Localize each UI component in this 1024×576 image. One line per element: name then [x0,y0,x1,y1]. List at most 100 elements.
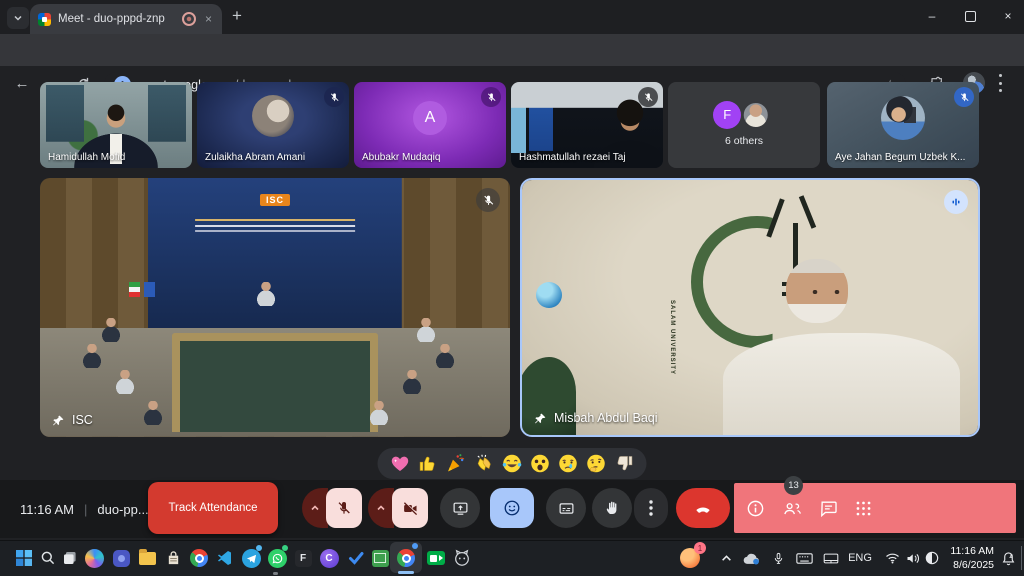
file-explorer-icon[interactable] [135,546,159,570]
language-indicator[interactable]: ENG [846,546,874,570]
tile-hamidullah[interactable]: Hamidullah Mofid [40,82,192,168]
tile-isc-room[interactable]: ISC ISC [40,178,510,437]
browser-menu-button[interactable] [999,74,1003,92]
tray-expand-button[interactable] [714,546,738,570]
task-view-button[interactable] [58,546,82,570]
whatsapp-running-indicator [273,572,278,575]
reactions-button[interactable] [490,488,534,528]
browser-toolbar: ← → meet.google.com/duo-pppd-znp ☆ [0,34,1024,66]
chevron-down-icon [13,13,23,23]
end-call-button[interactable] [676,488,730,528]
astonished-face-emoji[interactable] [530,453,551,474]
mic-toggle-button[interactable] [326,488,362,528]
touchpad-tray-icon[interactable] [819,546,843,570]
camera-toggle-button[interactable] [392,488,428,528]
tile-hashmatullah[interactable]: Hashmatullah rezaei Taj [511,82,663,168]
show-desktop-button[interactable] [1021,546,1022,570]
task-view-icon [62,550,78,566]
divider: | [84,502,87,517]
c-app-icon[interactable]: C [317,546,341,570]
store-icon[interactable] [161,546,185,570]
chrome-taskbar-icon[interactable] [187,546,211,570]
notification-bell-icon[interactable] [996,546,1020,570]
window-close-button[interactable]: × [988,0,1024,32]
clock-date: 8/6/2025 [934,558,994,572]
tile-aye-jahan[interactable]: Aye Jahan Begum Uzbek K... [827,82,979,168]
sparkling-heart-emoji[interactable] [390,453,411,474]
person [416,318,436,342]
pin-icon [52,414,65,427]
window-maximize-button[interactable] [950,0,990,32]
meet-favicon-icon [38,13,51,26]
tile-misbah[interactable]: SALAM UNIVERSITY Misbah Abdul Baqi [520,178,980,437]
person [101,318,121,342]
chevron-up-icon [310,503,320,513]
party-popper-emoji[interactable] [446,453,467,474]
touch-keyboard-icon[interactable] [792,546,816,570]
participant-name: Hashmatullah rezaei Taj [519,152,626,163]
camera-options-chevron[interactable] [368,488,394,528]
cat-app-icon[interactable] [450,546,474,570]
tile-others[interactable]: F 6 others [668,82,820,168]
captions-icon [558,500,575,517]
thumbs-down-emoji[interactable] [614,453,635,474]
onedrive-tray-icon[interactable] [740,546,764,570]
back-button[interactable]: ← [10,72,34,96]
more-options-button[interactable] [634,488,668,528]
crying-face-emoji[interactable] [558,453,579,474]
taskbar-clock[interactable]: 11:16 AM 8/6/2025 [934,544,994,572]
raise-hand-button[interactable] [592,488,632,528]
tile-zulaikha[interactable]: Zulaikha Abram Amani [197,82,349,168]
teams-icon[interactable] [109,546,133,570]
person [143,401,163,425]
browser-tab-meet[interactable]: Meet - duo-pppd-znp × [30,4,222,34]
clapping-hands-emoji[interactable] [474,453,495,474]
checkmark-icon [348,550,364,566]
thumbs-up-emoji[interactable] [418,453,439,474]
mic-off-icon [476,188,500,212]
meeting-details-icon[interactable] [746,499,765,518]
tab-search-button[interactable] [7,7,29,29]
tears-of-joy-emoji[interactable] [502,453,523,474]
participant-name: Abubakr Mudaqiq [362,152,440,163]
recording-indicator-icon [182,12,196,26]
taskbar-search-button[interactable] [36,546,60,570]
vscode-logo-icon [217,550,233,566]
chat-icon[interactable] [819,499,838,518]
people-icon[interactable] [781,499,803,518]
copilot-icon[interactable] [82,546,106,570]
f-app-icon[interactable]: F [291,546,315,570]
mic-tray-icon[interactable] [766,546,790,570]
captions-button[interactable] [546,488,586,528]
copilot-logo-icon [85,549,104,568]
audio-activity-icon [944,190,968,214]
present-button[interactable] [440,488,480,528]
chrome-active-icon[interactable] [394,546,418,570]
wifi-icon [885,552,900,564]
vscode-icon[interactable] [213,546,237,570]
browser-tabstrip: Meet - duo-pppd-znp × + – × [0,0,1024,34]
mic-options-chevron[interactable] [302,488,328,528]
camera-control-group [368,488,428,528]
camera-off-icon [402,500,419,517]
start-button[interactable] [12,546,36,570]
tab-title: Meet - duo-pppd-znp [58,13,175,25]
smiley-icon [503,499,521,517]
meeting-time: 11:16 AM [20,502,74,517]
chrome-notification-dot [412,543,418,549]
tab-close-button[interactable]: × [203,12,214,26]
globe [536,282,562,308]
activities-grid-icon[interactable] [854,499,873,518]
check-app-icon[interactable] [344,546,368,570]
tile-name-label: Misbah Abdul Baqi [554,411,658,425]
tile-abubakr[interactable]: A Abubakr Mudaqiq [354,82,506,168]
speaker-icon [906,552,921,565]
others-count-label: 6 others [725,135,763,147]
window-minimize-button[interactable]: – [912,0,952,32]
mic-off-icon [481,87,501,107]
new-tab-button[interactable]: + [232,6,242,26]
classroom-app-icon[interactable] [368,546,392,570]
meet-app-icon[interactable] [424,546,448,570]
thinking-face-emoji[interactable] [586,453,607,474]
track-attendance-button[interactable]: Track Attendance [148,482,278,534]
